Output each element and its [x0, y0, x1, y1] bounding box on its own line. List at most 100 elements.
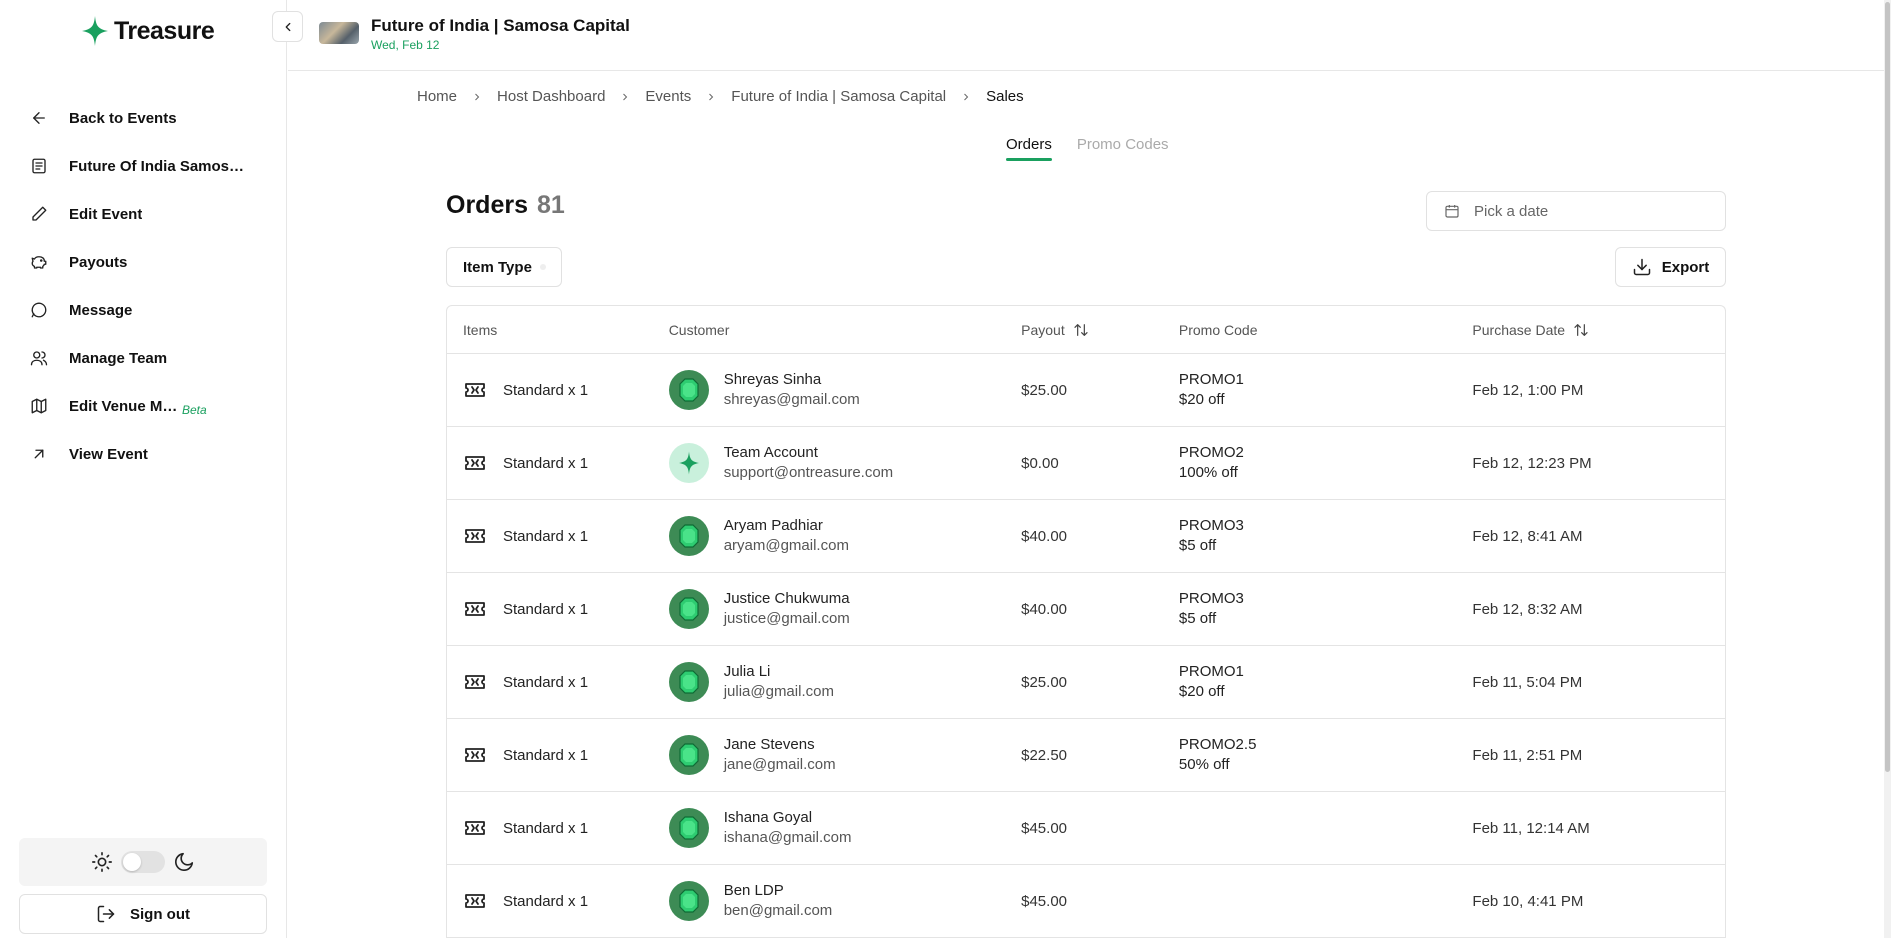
sparkle-icon: [678, 451, 699, 475]
beta-badge: Beta: [182, 403, 207, 417]
table-header: Items Customer Payout Promo Code Purchas…: [447, 306, 1725, 354]
chevron-right-icon: [475, 93, 480, 100]
scrollbar-thumb[interactable]: [1885, 2, 1890, 772]
export-button[interactable]: Export: [1615, 247, 1726, 287]
payout-cell: $40.00: [1021, 600, 1068, 618]
item-label: Standard x 1: [503, 819, 589, 837]
breadcrumb-host-dashboard[interactable]: Host Dashboard: [497, 88, 605, 105]
item-label: Standard x 1: [503, 746, 589, 764]
event-title: Future of India | Samosa Capital: [371, 16, 630, 35]
theme-toggle[interactable]: [121, 851, 165, 873]
avatar: [668, 370, 709, 410]
promo-code: PROMO1: [1178, 663, 1244, 680]
moon-icon[interactable]: [173, 851, 195, 873]
items-cell: Standard x 1: [447, 670, 653, 694]
arrow-left-icon: [33, 112, 45, 124]
sidebar-item-event-overview[interactable]: Future Of India Samosa ...: [30, 142, 270, 190]
event-thumbnail: [319, 22, 359, 44]
promo-description: $5 off: [1178, 610, 1217, 627]
breadcrumb-events[interactable]: Events: [645, 88, 691, 105]
promo-code: PROMO1: [1178, 371, 1244, 388]
chevron-right-icon: [964, 93, 969, 100]
ticket-icon: [465, 383, 485, 397]
avatar: [668, 516, 709, 556]
date-picker-placeholder: Pick a date: [1474, 202, 1549, 220]
promo-description: $20 off: [1178, 683, 1225, 700]
table-row[interactable]: Standard x 1 Julia Li julia@gmail.com $25.0…: [447, 646, 1725, 719]
avatar: [668, 735, 709, 775]
customer-email: support@ontreasure.com: [723, 464, 894, 481]
users-icon: [30, 351, 48, 366]
customer-email: ishana@gmail.com: [723, 829, 852, 846]
column-header-promo-code: Promo Code: [1163, 322, 1457, 338]
column-header-payout[interactable]: Payout: [1005, 322, 1163, 338]
tab-promo-codes[interactable]: Promo Codes: [1077, 136, 1169, 159]
filter-indicator: [539, 264, 546, 270]
page-scrollbar[interactable]: [1884, 0, 1891, 938]
table-row[interactable]: Standard x 1 Shreyas Sinha shreyas@gmail.c…: [447, 354, 1725, 427]
customer-cell: Ben LDP ben@gmail.com: [653, 881, 1005, 921]
promo-description: 100% off: [1178, 464, 1238, 481]
sidebar-item-edit-event[interactable]: Edit Event: [30, 190, 270, 238]
table-row[interactable]: Standard x 1 Aryam Padhiar aryam@gmail.com…: [447, 500, 1725, 573]
item-type-filter-label: Item Type: [463, 258, 532, 276]
sort-icon[interactable]: [1073, 322, 1089, 338]
tabs: Orders Promo Codes: [1006, 136, 1169, 161]
item-type-filter-button[interactable]: Item Type: [446, 247, 562, 287]
sidebar-item-label: Edit Event: [69, 205, 143, 223]
breadcrumb-home[interactable]: Home: [417, 88, 457, 105]
customer-cell: Jane Stevens jane@gmail.com: [653, 735, 1005, 775]
sidebar-item-label: Manage Team: [69, 349, 168, 367]
promo-cell: PROMO1 $20 off: [1163, 370, 1457, 410]
table-row[interactable]: Standard x 1 Justice Chukwuma justice@gmai…: [447, 573, 1725, 646]
breadcrumb: Home Host Dashboard Events Future of Ind…: [417, 88, 1024, 105]
page-title: Orders 81: [446, 191, 565, 220]
customer-name: Aryam Padhiar: [723, 517, 823, 534]
items-cell: Standard x 1: [447, 451, 653, 475]
avatar: [668, 881, 709, 921]
breadcrumb-current: Sales: [986, 88, 1024, 105]
sidebar-item-view-event[interactable]: View Event: [30, 430, 270, 478]
sidebar-item-message[interactable]: Message: [30, 286, 270, 334]
sort-icon[interactable]: [1573, 322, 1589, 338]
item-label: Standard x 1: [503, 454, 589, 472]
sidebar-item-back-to-events[interactable]: Back to Events: [30, 94, 270, 142]
tab-orders[interactable]: Orders: [1006, 136, 1052, 161]
ticket-icon: [465, 748, 485, 762]
sidebar-item-edit-venue-map[interactable]: Edit Venue Map Beta: [30, 382, 270, 430]
purchase-date-cell: Feb 12, 8:32 AM: [1472, 600, 1583, 618]
sun-icon[interactable]: [91, 851, 113, 873]
emerald-icon: [679, 378, 699, 402]
table-row[interactable]: Standard x 1 Ishana Goyal ishana@gmail.com…: [447, 792, 1725, 865]
items-cell: Standard x 1: [447, 889, 653, 913]
chevron-right-icon: [709, 93, 714, 100]
payout-cell: $0.00: [1021, 454, 1059, 472]
sign-out-button[interactable]: Sign out: [19, 894, 267, 934]
purchase-date-cell: Feb 12, 1:00 PM: [1472, 381, 1584, 399]
sidebar-item-payouts[interactable]: Payouts: [30, 238, 270, 286]
purchase-date-cell: Feb 11, 2:51 PM: [1472, 746, 1583, 764]
promo-description: $20 off: [1178, 391, 1225, 408]
avatar: [668, 662, 709, 702]
customer-cell: Shreyas Sinha shreyas@gmail.com: [653, 370, 1005, 410]
document-icon: [32, 158, 46, 174]
payout-cell: $25.00: [1021, 381, 1068, 399]
date-picker[interactable]: Pick a date: [1426, 191, 1726, 231]
ticket-icon: [465, 675, 485, 689]
logo[interactable]: Treasure: [82, 16, 215, 46]
emerald-icon: [679, 816, 699, 840]
sidebar-item-label: Message: [69, 301, 133, 319]
orders-count: 81: [536, 191, 565, 219]
breadcrumb-event[interactable]: Future of India | Samosa Capital: [731, 88, 946, 105]
table-row[interactable]: Standard x 1 Team Account support@ontreasu…: [447, 427, 1725, 500]
sidebar-item-manage-team[interactable]: Manage Team: [30, 334, 270, 382]
table-row[interactable]: Standard x 1 Jane Stevens jane@gmail.com $2…: [447, 719, 1725, 792]
sidebar: Treasure Back to Events Future Of India …: [0, 0, 287, 938]
promo-cell: PROMO2.5 50% off: [1163, 735, 1457, 775]
table-row[interactable]: Standard x 1 Ben LDP ben@gmail.com $45.00 Fe…: [447, 865, 1725, 938]
purchase-date-cell: Feb 12, 8:41 AM: [1472, 527, 1583, 545]
items-cell: Standard x 1: [447, 378, 653, 402]
collapse-sidebar-button[interactable]: [272, 11, 303, 42]
column-header-purchase-date[interactable]: Purchase Date: [1456, 322, 1725, 338]
ticket-icon: [465, 894, 485, 908]
